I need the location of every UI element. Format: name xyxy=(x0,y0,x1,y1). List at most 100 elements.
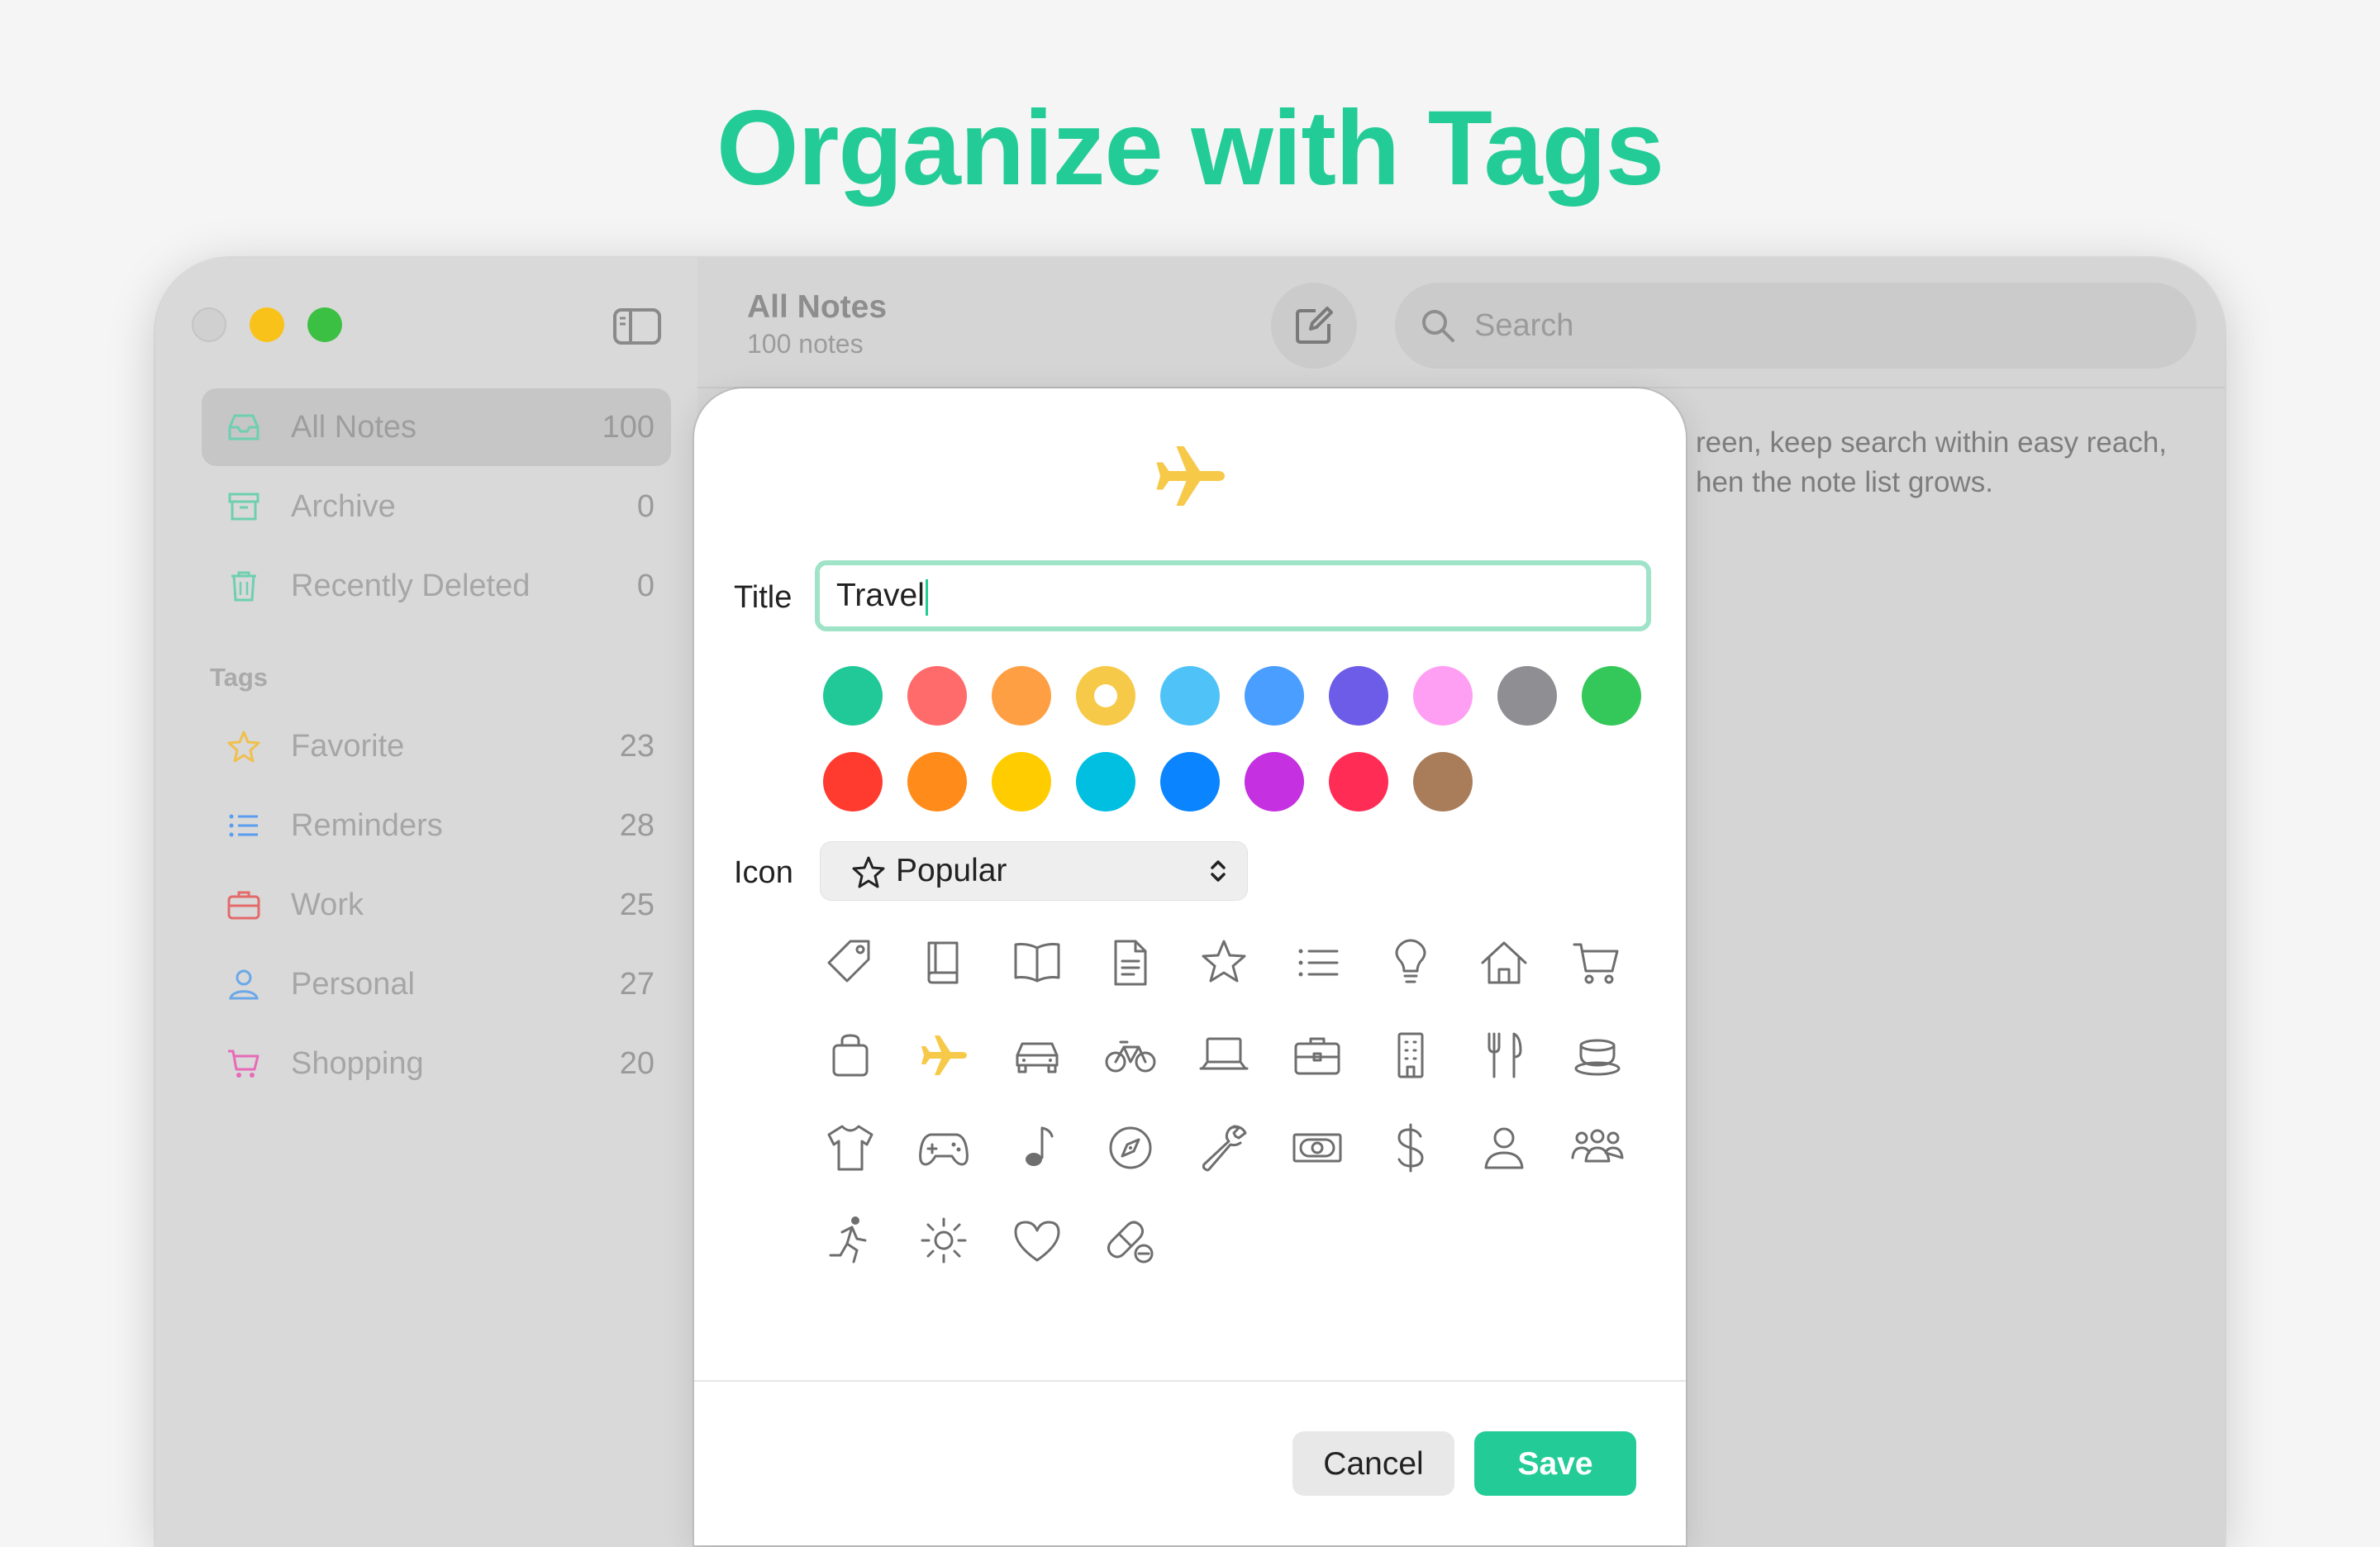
sidebar-item-count: 0 xyxy=(636,489,654,524)
icon-category-popup[interactable]: Popular xyxy=(820,841,1248,901)
tshirt-icon xyxy=(827,1125,873,1171)
color-swatch[interactable] xyxy=(1076,752,1135,812)
minimize-window-button[interactable] xyxy=(250,307,284,342)
sidebar-item-work[interactable]: Work 25 xyxy=(202,866,671,944)
icon-option[interactable] xyxy=(1562,927,1633,998)
color-swatch[interactable] xyxy=(907,666,967,726)
icon-option[interactable] xyxy=(815,1020,886,1091)
save-button[interactable]: Save xyxy=(1474,1431,1636,1496)
color-swatch[interactable] xyxy=(1245,752,1304,812)
car-icon xyxy=(1016,1042,1059,1073)
color-swatch[interactable] xyxy=(1160,752,1220,812)
cancel-button[interactable]: Cancel xyxy=(1292,1431,1454,1496)
color-swatch[interactable] xyxy=(1329,752,1388,812)
sidebar-item-label: Personal xyxy=(291,967,415,1002)
icon-option[interactable] xyxy=(1468,1020,1540,1091)
color-swatch[interactable] xyxy=(992,666,1051,726)
pill-icon xyxy=(1107,1221,1154,1264)
color-swatch[interactable] xyxy=(823,666,883,726)
banknote-icon xyxy=(1292,1133,1342,1163)
sun-icon xyxy=(921,1217,967,1264)
icon-option[interactable] xyxy=(908,927,979,998)
icon-option[interactable] xyxy=(1188,1020,1259,1091)
sidebar: All Notes 100 Archive 0 Recently Deleted… xyxy=(155,258,697,1547)
icon-option[interactable] xyxy=(1095,1020,1166,1091)
fork-knife-icon xyxy=(1488,1032,1522,1078)
icon-option[interactable] xyxy=(908,1205,979,1276)
icon-option[interactable] xyxy=(1095,1112,1166,1183)
color-swatch[interactable] xyxy=(1497,666,1557,726)
group-icon xyxy=(1571,1129,1624,1163)
icon-option[interactable] xyxy=(1002,1112,1073,1183)
icon-option[interactable] xyxy=(1375,927,1446,998)
airplane-icon xyxy=(921,1035,967,1075)
color-swatch[interactable] xyxy=(1413,752,1473,812)
person-icon xyxy=(229,969,259,1000)
list-icon xyxy=(1298,949,1339,977)
icon-option[interactable] xyxy=(1282,1020,1353,1091)
music-note-icon xyxy=(1026,1126,1054,1166)
icon-option[interactable] xyxy=(1562,1112,1633,1183)
sidebar-item-shopping[interactable]: Shopping 20 xyxy=(202,1025,671,1102)
title-label: Title xyxy=(734,580,793,615)
icon-option[interactable] xyxy=(1188,927,1259,998)
icon-option[interactable] xyxy=(908,1112,979,1183)
sidebar-item-all-notes[interactable]: All Notes 100 xyxy=(202,388,671,466)
zoom-window-button[interactable] xyxy=(307,307,342,342)
sidebar-toggle-button[interactable] xyxy=(612,307,662,350)
color-swatch[interactable] xyxy=(1413,666,1473,726)
color-swatch[interactable] xyxy=(992,752,1051,812)
color-swatch[interactable] xyxy=(907,752,967,812)
text-caret xyxy=(925,578,928,616)
search-field[interactable]: Search xyxy=(1395,283,2197,369)
trash-icon xyxy=(231,571,256,602)
icon-option[interactable] xyxy=(1468,1112,1540,1183)
tags-section-header: Tags xyxy=(210,663,269,692)
close-window-button[interactable] xyxy=(192,307,226,342)
divider xyxy=(694,1380,1686,1382)
compass-icon xyxy=(1109,1126,1152,1169)
sidebar-item-favorite[interactable]: Favorite 23 xyxy=(202,707,671,785)
star-icon xyxy=(227,731,260,763)
icon-option[interactable] xyxy=(1282,1112,1353,1183)
sidebar-item-count: 20 xyxy=(619,1046,654,1081)
color-swatch[interactable] xyxy=(1329,666,1388,726)
icon-option[interactable] xyxy=(1282,927,1353,998)
color-swatch[interactable] xyxy=(1076,666,1135,726)
icon-option[interactable] xyxy=(1002,1020,1073,1091)
chevron-up-down-icon xyxy=(1211,860,1226,882)
runner-icon xyxy=(829,1216,867,1264)
color-swatch[interactable] xyxy=(1160,666,1220,726)
sidebar-item-personal[interactable]: Personal 27 xyxy=(202,945,671,1023)
sidebar-item-archive[interactable]: Archive 0 xyxy=(202,468,671,545)
compose-button[interactable] xyxy=(1271,283,1357,369)
title-input[interactable]: Travel xyxy=(815,560,1651,631)
icon-option[interactable] xyxy=(815,1112,886,1183)
compose-icon xyxy=(1296,307,1333,344)
sidebar-icon xyxy=(613,308,661,345)
icon-option[interactable] xyxy=(1375,1020,1446,1091)
icon-option[interactable] xyxy=(815,927,886,998)
briefcase-icon xyxy=(1294,1037,1340,1075)
book-icon xyxy=(927,941,959,984)
cart-icon xyxy=(1573,943,1619,984)
bag-icon xyxy=(832,1034,869,1077)
archive-box-icon xyxy=(228,493,259,521)
icon-option[interactable] xyxy=(815,1205,886,1276)
cart-icon xyxy=(228,1050,259,1078)
color-swatch[interactable] xyxy=(1582,666,1641,726)
icon-option[interactable] xyxy=(1375,1112,1446,1183)
color-swatch[interactable] xyxy=(823,752,883,812)
sidebar-item-reminders[interactable]: Reminders 28 xyxy=(202,787,671,864)
icon-option[interactable] xyxy=(1562,1020,1633,1091)
sidebar-item-recently-deleted[interactable]: Recently Deleted 0 xyxy=(202,547,671,625)
icon-option[interactable] xyxy=(1002,927,1073,998)
icon-label: Icon xyxy=(734,855,793,890)
icon-option[interactable] xyxy=(1468,927,1540,998)
icon-option[interactable] xyxy=(1095,927,1166,998)
icon-option[interactable] xyxy=(1095,1205,1166,1276)
icon-option[interactable] xyxy=(1188,1112,1259,1183)
color-swatch[interactable] xyxy=(1245,666,1304,726)
icon-option[interactable] xyxy=(908,1020,979,1091)
icon-option[interactable] xyxy=(1002,1205,1073,1276)
